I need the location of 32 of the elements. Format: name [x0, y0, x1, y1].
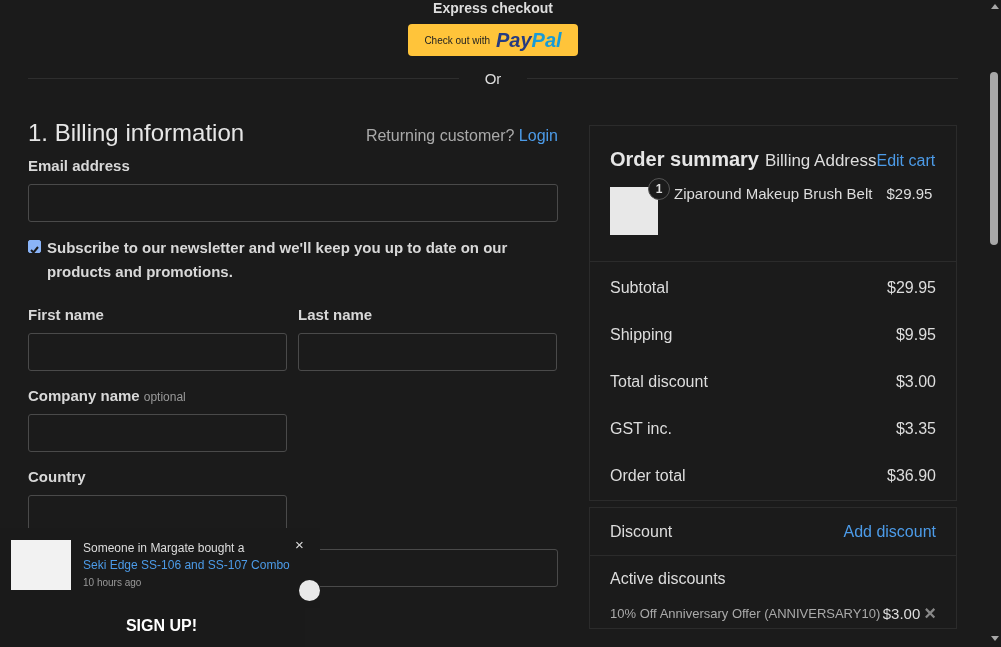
product-name: Ziparound Makeup Brush Belt	[674, 185, 873, 202]
field-label: Country	[28, 468, 86, 485]
total-label: Order total	[610, 466, 686, 485]
total-label: Shipping	[610, 325, 673, 344]
active-discounts-heading: Active discounts	[610, 570, 727, 588]
discount-label: Discount	[610, 522, 673, 541]
express-checkout-heading: Express checkout	[432, 0, 554, 17]
total-value: $29.95	[887, 278, 936, 297]
field-label: Email address	[28, 157, 130, 174]
total-label: Total discount	[610, 372, 708, 391]
notification-message: Someone in Margate bought a	[83, 541, 245, 555]
divider-text: Or	[483, 70, 503, 87]
total-label: GST inc.	[610, 419, 672, 438]
total-value: $36.90	[887, 466, 936, 485]
total-value: $3.35	[895, 419, 936, 438]
field-label: Last name	[298, 306, 373, 323]
discount-amount: $3.00	[882, 604, 921, 622]
time-label: 10 hours ago	[83, 576, 143, 590]
total-label: Subtotal	[610, 278, 669, 297]
discount-name: 10% Off Anniversary Offer (ANNIVERSARY10)	[610, 605, 881, 621]
product-price: $29.95	[886, 185, 933, 202]
returning-customer-text: Returning customer?	[365, 127, 516, 144]
quantity-badge: 1	[648, 178, 670, 200]
summary-title: Order summary	[610, 148, 759, 171]
optional-hint: optional	[143, 390, 186, 404]
field-label: Company name	[28, 387, 140, 404]
field-label: First name	[28, 306, 104, 323]
total-value: $9.95	[895, 325, 936, 344]
billing-address-label: Billing Address	[764, 151, 877, 171]
newsletter-label: Subscribe to our newsletter and we'll keep you up to date on our products and promotions.	[47, 238, 509, 282]
section-heading: 1. Billing information	[28, 119, 245, 147]
total-value: $3.00	[895, 372, 936, 391]
